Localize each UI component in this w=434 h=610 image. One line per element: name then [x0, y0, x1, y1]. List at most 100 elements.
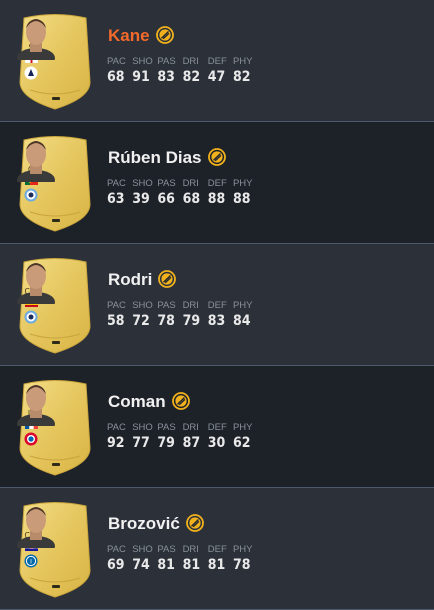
stat-label: SHO [132, 544, 153, 555]
player-name[interactable]: Rodri [108, 269, 177, 290]
stat-value: 77 [132, 435, 150, 451]
stat-label: DEF [207, 56, 227, 67]
stat-pas: PAS 81 [157, 544, 182, 574]
stat-value: 68 [182, 191, 201, 207]
stat-label: DEF [207, 300, 227, 311]
manchester-city-crest-icon [24, 188, 38, 202]
stat-dri: DRI 81 [183, 544, 208, 574]
player-card[interactable]: 87 CDM [16, 256, 94, 356]
stat-pac: PAC 58 [107, 300, 132, 330]
stat-label: DRI [182, 178, 199, 189]
stat-label: PAC [107, 422, 126, 433]
stat-pac: PAC 92 [107, 422, 132, 452]
stat-pac: PAC 69 [107, 544, 132, 574]
stat-value: 87 [182, 435, 201, 451]
stat-label: PAC [107, 300, 126, 311]
stat-sho: SHO 39 [132, 178, 157, 208]
stat-label: PAS [157, 422, 176, 433]
stat-phy: PHY 78 [233, 544, 258, 574]
player-row-2[interactable]: 88 CB Rúben Dias PAC 63 SHO 39 PAS 66 DRI 68 DEF… [0, 122, 434, 244]
stat-def: DEF 88 [208, 178, 233, 208]
player-row-3[interactable]: 87 CDM Rodri PAC 58 SHO 72 PAS 78 DRI 79 DEF 83 PH… [0, 244, 434, 366]
player-name[interactable]: Brozović [108, 513, 204, 534]
stat-value: 88 [232, 191, 251, 207]
stat-value: 88 [207, 191, 226, 207]
player-name-text: Rúben Dias [108, 148, 202, 167]
player-row-5[interactable]: 86 CDM I Brozović PAC69SHO74PAS81DRI81DE… [0, 488, 434, 610]
stat-value: 58 [107, 313, 125, 329]
player-list: 89 ST Kane PAC68SHO91PAS83DRI82DEF47PHY8… [0, 0, 434, 610]
stat-value: 72 [132, 313, 150, 329]
stat-label: DRI [182, 300, 199, 311]
stat-pas: PAS 79 [157, 422, 182, 452]
stat-dri: DRI 79 [183, 300, 208, 330]
stat-value: 81 [157, 557, 175, 573]
stat-value: 68 [107, 69, 125, 85]
tottenham-crest-icon [24, 66, 38, 80]
player-name[interactable]: Rúben Dias [108, 147, 226, 168]
stat-pac: PAC 68 [107, 56, 132, 86]
stat-def: DEF 81 [208, 544, 233, 574]
stat-label: DEF [207, 178, 227, 189]
stat-label: DEF [207, 422, 227, 433]
stat-label: PHY [232, 300, 253, 311]
stat-value: 91 [132, 69, 150, 85]
stat-pas: PAS 78 [157, 300, 182, 330]
player-name[interactable]: Kane [108, 25, 174, 46]
chemistry-style-icon[interactable] [207, 147, 226, 166]
stat-label: SHO [132, 422, 153, 433]
chemistry-style-icon[interactable] [155, 25, 174, 44]
bayern-crest-icon [24, 432, 38, 446]
stat-value: 82 [232, 69, 251, 85]
stat-value: 63 [107, 191, 125, 207]
stat-value: 30 [207, 435, 226, 451]
stat-label: PHY [232, 56, 253, 67]
stats-grid: PAC 92 SHO 77 PAS 79 DRI 87 DEF 30 PHY 62 [107, 422, 258, 452]
stat-value: 62 [232, 435, 251, 451]
stat-dri: DRI 68 [183, 178, 208, 208]
chemistry-style-icon[interactable] [158, 269, 177, 288]
stat-label: PAS [157, 300, 176, 311]
stat-label: DRI [182, 544, 199, 555]
stat-def: DEF 83 [208, 300, 233, 330]
stat-dri: DRI 87 [183, 422, 208, 452]
stat-value: 39 [132, 191, 150, 207]
player-face-image [17, 385, 55, 426]
chemistry-style-icon[interactable] [185, 513, 204, 532]
svg-text:I: I [30, 558, 32, 565]
stat-value: 78 [157, 313, 175, 329]
stat-label: PAS [157, 178, 176, 189]
stat-value: 81 [182, 557, 201, 573]
stat-value: 79 [157, 435, 175, 451]
stat-value: 78 [232, 557, 251, 573]
stat-sho: SHO 74 [132, 544, 157, 574]
player-row-1[interactable]: 89 ST Kane PAC 68 SHO 91 PAS 83 DRI 82 DEF 47 PHY 8… [0, 0, 434, 122]
stat-phy: PHY 88 [233, 178, 258, 208]
stat-label: DRI [182, 56, 199, 67]
stat-value: 81 [207, 557, 226, 573]
inter-crest-icon: I [24, 554, 38, 568]
player-card[interactable]: 89 ST [16, 12, 94, 112]
stat-label: PAC [107, 56, 126, 67]
stats-grid: PAC 69 SHO 74 PAS 81 DRI 81 DEF 81 PHY 78 [107, 544, 258, 574]
stat-pas: PAS 83 [157, 56, 182, 86]
player-name-text: Rodri [108, 270, 153, 289]
player-name[interactable]: Coman [108, 391, 190, 412]
stat-label: PHY [232, 544, 253, 555]
stats-grid: PAC 58 SHO 72 PAS 78 DRI 79 DEF 83 PHY 84 [107, 300, 258, 330]
stat-dri: DRI 82 [183, 56, 208, 86]
player-card[interactable]: 86 CDM I [16, 500, 94, 600]
chemistry-style-icon[interactable] [171, 391, 190, 410]
stat-label: PAC [107, 178, 126, 189]
player-card[interactable]: 86 LM [16, 378, 94, 478]
player-face-image [17, 263, 55, 304]
stat-value: 83 [157, 69, 175, 85]
stat-label: SHO [132, 178, 153, 189]
player-row-4[interactable]: 86 LM Coman PAC 92 SHO 77 PAS 79 DRI 87 DEF 30 PHY… [0, 366, 434, 488]
stat-label: PAS [157, 56, 176, 67]
stat-sho: SHO 72 [132, 300, 157, 330]
player-card[interactable]: 88 CB [16, 134, 94, 234]
stat-sho: SHO 77 [132, 422, 157, 452]
stat-phy: PHY 82 [233, 56, 258, 86]
stat-value: 47 [207, 69, 226, 85]
